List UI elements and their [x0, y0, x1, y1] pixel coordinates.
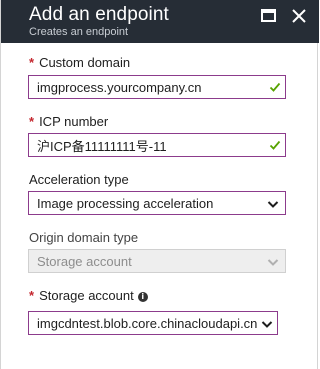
origin-domain-type-label: Origin domain type — [29, 230, 139, 245]
chevron-down-icon — [267, 201, 279, 208]
chevron-down-icon — [261, 321, 273, 328]
close-icon — [292, 9, 306, 23]
blade-header: Add an endpoint Creates an endpoint — [1, 0, 319, 43]
close-button[interactable] — [290, 7, 308, 25]
icp-number-label: * ICP number — [29, 114, 109, 129]
icp-number-field[interactable] — [28, 133, 286, 157]
icp-number-input[interactable] — [29, 134, 261, 156]
blade-title: Add an endpoint — [29, 4, 169, 25]
origin-domain-type-value: Storage account — [37, 254, 132, 269]
maximize-button[interactable] — [260, 7, 278, 25]
storage-account-value: imgcdntest.blob.core.chinacloudapi.cn — [37, 316, 258, 331]
origin-domain-type-dropdown: Storage account — [28, 249, 286, 273]
required-marker: * — [29, 288, 35, 303]
checkmark-icon — [269, 140, 281, 150]
acceleration-type-value: Image processing acceleration — [37, 196, 214, 211]
custom-domain-label: * Custom domain — [29, 55, 131, 70]
blade-subtitle: Creates an endpoint — [29, 26, 129, 38]
acceleration-type-label: Acceleration type — [29, 172, 129, 187]
add-endpoint-blade: Add an endpoint Creates an endpoint * Cus… — [0, 0, 319, 369]
required-marker: * — [29, 114, 35, 129]
custom-domain-field[interactable] — [28, 75, 286, 99]
info-icon[interactable]: i — [137, 292, 148, 302]
storage-account-label: * Storage account i — [29, 288, 148, 304]
maximize-icon — [261, 9, 276, 22]
chevron-down-icon — [267, 259, 279, 266]
storage-account-dropdown[interactable]: imgcdntest.blob.core.chinacloudapi.cn — [28, 311, 278, 335]
custom-domain-input[interactable] — [29, 76, 261, 98]
required-marker: * — [29, 55, 35, 70]
acceleration-type-dropdown[interactable]: Image processing acceleration — [28, 191, 286, 215]
checkmark-icon — [269, 82, 281, 92]
